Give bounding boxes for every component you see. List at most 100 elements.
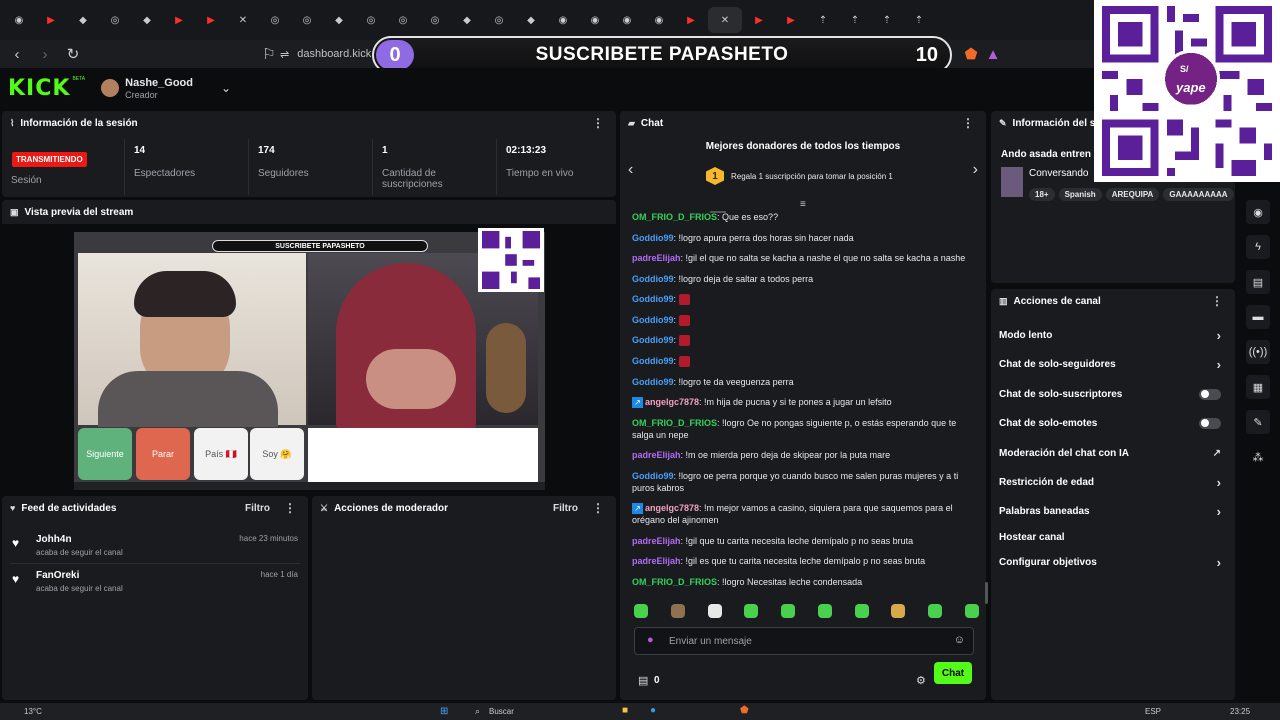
follower-name[interactable]: FanOreki bbox=[36, 570, 79, 581]
more-icon[interactable]: ⋮ bbox=[592, 116, 604, 130]
action-emotes-only[interactable]: Chat de solo-emotes bbox=[999, 412, 1231, 434]
browser-tab[interactable]: ⇡ bbox=[904, 7, 934, 33]
chat-username[interactable]: padreElijah bbox=[632, 450, 681, 460]
browser-tab[interactable]: ▶ bbox=[776, 7, 806, 33]
browser-tab[interactable]: ✕ bbox=[228, 7, 258, 33]
edge-icon[interactable]: ● bbox=[650, 705, 656, 716]
chevron-left-icon[interactable]: ‹ bbox=[628, 161, 633, 179]
layout-icon[interactable]: ▦ bbox=[1246, 375, 1270, 399]
chat-username[interactable]: Goddio99 bbox=[632, 294, 674, 304]
chat-username[interactable]: padreElijah bbox=[632, 253, 681, 263]
browser-tab[interactable]: ◉ bbox=[4, 7, 34, 33]
browser-tab-active[interactable]: ✕ bbox=[708, 7, 742, 33]
emote-icon[interactable] bbox=[634, 604, 648, 618]
browser-tab[interactable]: ▶ bbox=[744, 7, 774, 33]
emote-icon[interactable] bbox=[781, 604, 796, 618]
browser-tab[interactable]: ▶ bbox=[36, 7, 66, 33]
toggle-switch[interactable] bbox=[1199, 388, 1221, 400]
browser-tab[interactable]: ⇡ bbox=[808, 7, 838, 33]
document-icon[interactable]: ▤ bbox=[1246, 270, 1270, 294]
more-icon[interactable]: ⋮ bbox=[284, 501, 296, 515]
action-slow-mode[interactable]: Modo lento › bbox=[999, 324, 1231, 346]
chat-username[interactable]: Goddio99 bbox=[632, 335, 674, 345]
emoji-icon[interactable]: ☺ bbox=[954, 634, 965, 646]
emote-icon[interactable] bbox=[744, 604, 759, 618]
chat-username[interactable]: OM_FRIO_D_FRIOS bbox=[632, 418, 717, 428]
chat-username[interactable]: angelgc7878 bbox=[645, 503, 699, 513]
action-host-channel[interactable]: Hostear canal bbox=[999, 526, 1231, 548]
taskbar-search[interactable]: Buscar bbox=[489, 707, 514, 716]
browser-tab[interactable]: ⇡ bbox=[872, 7, 902, 33]
browser-tab[interactable]: ⇡ bbox=[840, 7, 870, 33]
points-icon[interactable]: ▤ bbox=[638, 674, 648, 687]
chat-username[interactable]: Goddio99 bbox=[632, 274, 674, 284]
toggle-switch[interactable] bbox=[1199, 417, 1221, 429]
browser-tab[interactable]: ◉ bbox=[580, 7, 610, 33]
send-chat-button[interactable]: Chat bbox=[934, 662, 972, 684]
browser-tab[interactable]: ◎ bbox=[260, 7, 290, 33]
browser-tab[interactable]: ◆ bbox=[516, 7, 546, 33]
chat-icon[interactable]: ▬ bbox=[1246, 305, 1270, 329]
stream-preview-video[interactable]: SUSCRIBETE PAPASHETO Siguiente Parar Paí… bbox=[74, 232, 545, 490]
emote-icon[interactable] bbox=[670, 604, 685, 618]
chat-username[interactable]: OM_FRIO_D_FRIOS bbox=[632, 577, 717, 587]
clock[interactable]: 23:25 bbox=[1230, 707, 1250, 716]
browser-tab[interactable]: ◉ bbox=[612, 7, 642, 33]
wrench-icon[interactable]: ✎ bbox=[1246, 410, 1270, 434]
filter-button[interactable]: Filtro bbox=[245, 503, 270, 514]
browser-tab[interactable]: ▶ bbox=[676, 7, 706, 33]
more-icon[interactable]: ⋮ bbox=[1211, 294, 1223, 308]
more-icon[interactable]: ⋮ bbox=[962, 116, 974, 130]
emote-icon[interactable] bbox=[964, 604, 979, 618]
browser-tab[interactable]: ◎ bbox=[292, 7, 322, 33]
emote-icon[interactable] bbox=[817, 604, 832, 618]
reload-icon[interactable]: ↻ bbox=[62, 43, 84, 65]
language-indicator[interactable]: ESP bbox=[1145, 707, 1161, 716]
pin-icon[interactable]: ≡ bbox=[800, 199, 806, 210]
browser-tab[interactable]: ◆ bbox=[68, 7, 98, 33]
action-subscribers-only[interactable]: Chat de solo-suscriptores bbox=[999, 383, 1231, 405]
browser-tab[interactable]: ◎ bbox=[356, 7, 386, 33]
brave-icon[interactable]: ⬟ bbox=[740, 705, 749, 716]
chat-username[interactable]: OM_FRIO_D_FRIOS bbox=[632, 212, 717, 222]
follower-name[interactable]: Johh4n bbox=[36, 534, 72, 545]
chat-scrollbar[interactable] bbox=[985, 582, 988, 604]
weather-temp[interactable]: 13°C bbox=[24, 707, 42, 716]
chat-username[interactable]: padreElijah bbox=[632, 556, 681, 566]
browser-tab[interactable]: ◆ bbox=[324, 7, 354, 33]
action-configure-goals[interactable]: Configurar objetivos › bbox=[999, 551, 1231, 573]
chat-username[interactable]: Goddio99 bbox=[632, 471, 674, 481]
browser-tab[interactable]: ◎ bbox=[388, 7, 418, 33]
chat-username[interactable]: Goddio99 bbox=[632, 356, 674, 366]
user-menu[interactable]: Nashe_Good Creador bbox=[125, 76, 193, 101]
browser-tab[interactable]: ◎ bbox=[420, 7, 450, 33]
browser-tab[interactable]: ◎ bbox=[484, 7, 514, 33]
browser-tab[interactable]: ◉ bbox=[644, 7, 674, 33]
action-age-restriction[interactable]: Restricción de edad › bbox=[999, 471, 1231, 493]
avatar[interactable] bbox=[101, 79, 120, 97]
forward-icon[interactable]: › bbox=[34, 43, 56, 65]
folder-icon[interactable]: ■ bbox=[622, 705, 628, 716]
browser-tab[interactable]: ◎ bbox=[100, 7, 130, 33]
action-ai-moderation[interactable]: Moderación del chat con IA ↗ bbox=[999, 442, 1231, 464]
action-followers-only[interactable]: Chat de solo-seguidores › bbox=[999, 353, 1231, 375]
emote-icon[interactable] bbox=[854, 604, 869, 618]
browser-tab[interactable]: ◆ bbox=[132, 7, 162, 33]
chat-username[interactable]: angelgc7878 bbox=[645, 397, 699, 407]
browser-tab[interactable]: ▶ bbox=[164, 7, 194, 33]
chevron-right-icon[interactable]: › bbox=[973, 161, 978, 179]
gear-icon[interactable]: ⚙ bbox=[916, 674, 926, 687]
search-icon[interactable]: ⌕ bbox=[475, 706, 480, 717]
bookmark-icon[interactable]: ⚐ bbox=[258, 43, 280, 65]
lightning-icon[interactable]: ϟ bbox=[1246, 235, 1270, 259]
brave-rewards-icon[interactable]: ▲ bbox=[982, 43, 1004, 65]
start-icon[interactable]: ⊞ bbox=[440, 706, 448, 717]
browser-tab[interactable]: ▶ bbox=[196, 7, 226, 33]
site-info-icon[interactable]: ⇌ bbox=[280, 48, 289, 61]
browser-tab[interactable]: ◉ bbox=[548, 7, 578, 33]
brave-shield-icon[interactable]: ⬟ bbox=[960, 43, 982, 65]
chat-username[interactable]: Goddio99 bbox=[632, 233, 674, 243]
emote-icon[interactable] bbox=[891, 604, 906, 618]
filter-button[interactable]: Filtro bbox=[553, 503, 578, 514]
kick-logo[interactable]: KICK bbox=[8, 76, 70, 101]
